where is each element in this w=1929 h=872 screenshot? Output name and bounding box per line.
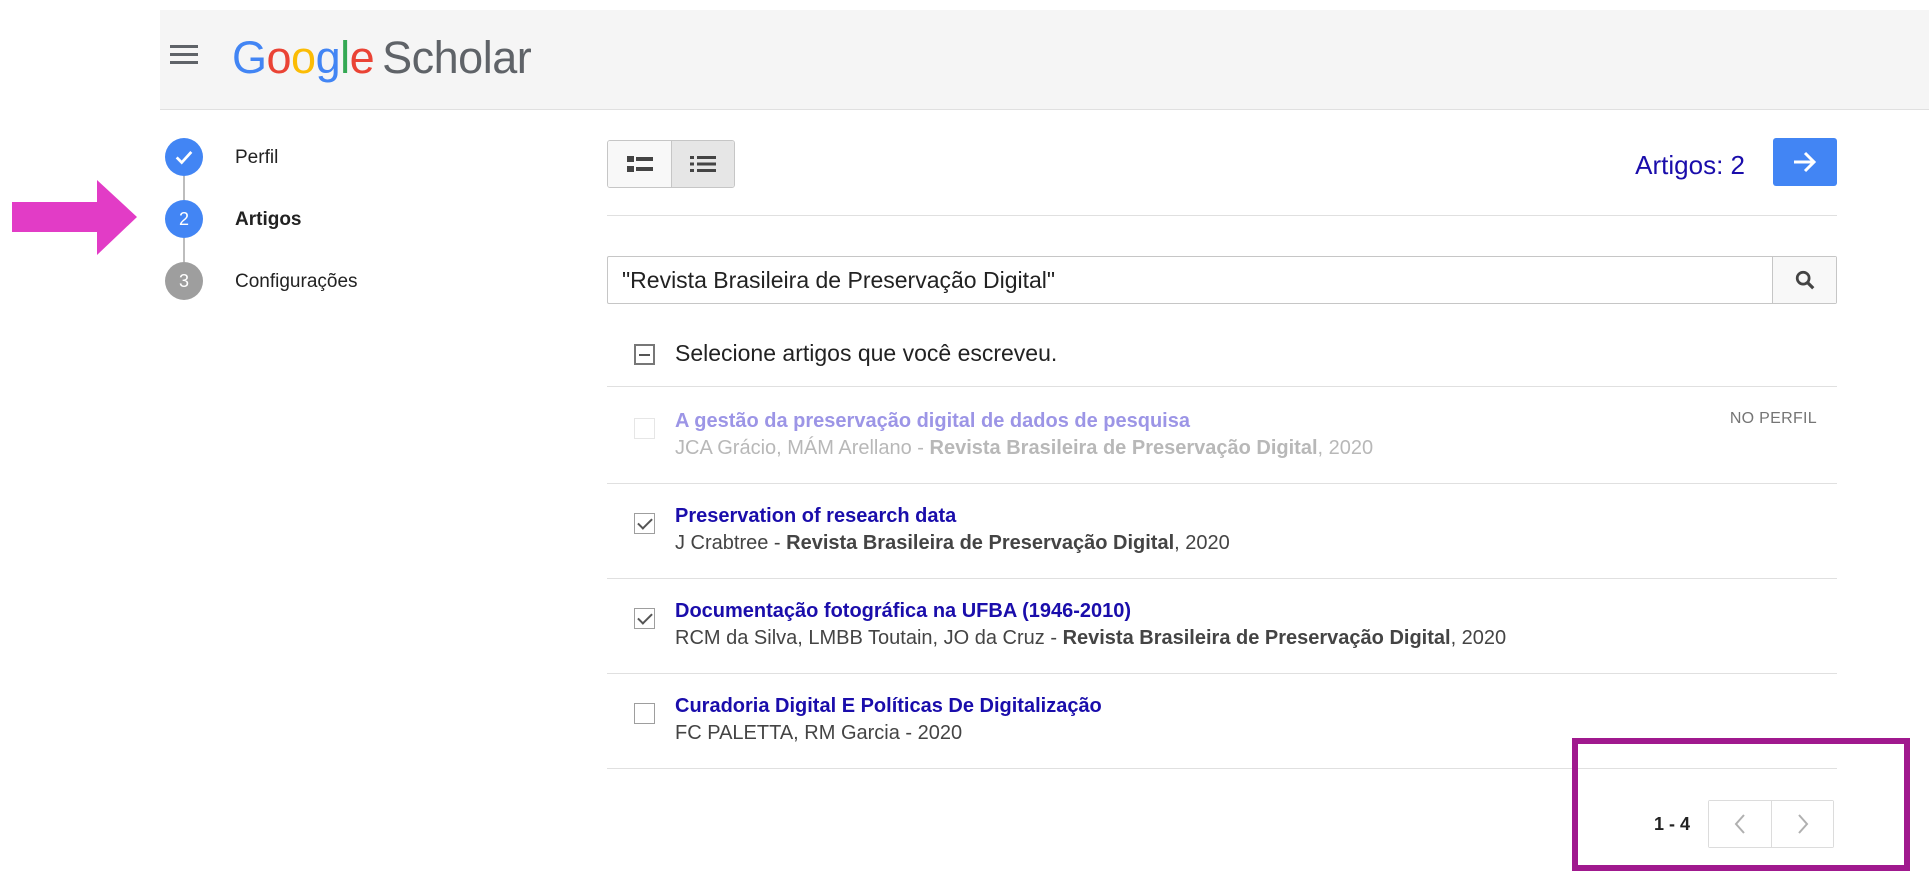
select-all-row: Selecione artigos que você escreveu. — [607, 330, 1837, 387]
article-title[interactable]: Preservation of research data — [675, 505, 956, 528]
list-view-button[interactable] — [608, 141, 671, 187]
search-icon — [1795, 270, 1814, 290]
step-configuracoes[interactable]: 3 Configurações — [165, 262, 358, 324]
step-connector — [183, 176, 185, 200]
step-artigos[interactable]: 2 Artigos — [165, 200, 302, 262]
setup-steps: Perfil 2 Artigos 3 Configurações — [165, 138, 358, 324]
article-row: Documentação fotográfica na UFBA (1946-2… — [607, 578, 1837, 674]
step-label: Configurações — [235, 271, 358, 292]
article-title[interactable]: Curadoria Digital E Políticas De Digital… — [675, 695, 1102, 718]
step-number: 2 — [165, 200, 203, 238]
view-toggle — [607, 140, 735, 188]
article-meta: JCA Grácio, MÁM Arellano - Revista Brasi… — [675, 437, 1374, 459]
article-title[interactable]: A gestão da preservação digital de dados… — [675, 410, 1190, 433]
step-number: 3 — [165, 262, 203, 300]
app-header: Google Scholar — [160, 10, 1929, 110]
article-row: Preservation of research data J Crabtree… — [607, 483, 1837, 579]
step-check-icon — [165, 138, 203, 176]
in-profile-badge: NO PERFIL — [1729, 410, 1817, 427]
article-title[interactable]: Documentação fotográfica na UFBA (1946-2… — [675, 600, 1131, 623]
step-perfil[interactable]: Perfil — [165, 138, 278, 200]
search-input[interactable] — [608, 257, 1772, 303]
article-row: A gestão da preservação digital de dados… — [607, 388, 1837, 484]
selected-articles-count: Artigos: 2 — [1635, 150, 1745, 180]
article-checkbox[interactable] — [634, 513, 655, 534]
select-all-label: Selecione artigos que você escreveu. — [675, 340, 1058, 366]
article-meta: J Crabtree - Revista Brasileira de Prese… — [675, 532, 1230, 554]
results-toolbar: Artigos: 2 — [607, 138, 1837, 216]
article-meta: RCM da Silva, LMBB Toutain, JO da Cruz -… — [675, 627, 1507, 649]
list-view-icon — [626, 156, 653, 172]
google-scholar-logo[interactable]: Google Scholar — [232, 32, 532, 84]
annotation-highlight-box — [1572, 738, 1910, 871]
compact-list-view-button[interactable] — [671, 141, 734, 187]
step-label: Perfil — [235, 147, 279, 168]
annotation-arrow-icon — [12, 180, 137, 255]
compact-list-view-icon — [690, 156, 716, 172]
select-all-checkbox[interactable] — [634, 344, 655, 365]
search-box — [607, 256, 1837, 304]
arrow-right-icon — [1794, 151, 1817, 173]
article-meta: FC PALETTA, RM Garcia - 2020 — [675, 722, 963, 744]
search-button[interactable] — [1772, 257, 1836, 303]
article-checkbox[interactable] — [634, 703, 655, 724]
step-connector — [183, 238, 185, 262]
step-label: Artigos — [235, 209, 302, 230]
next-step-button[interactable] — [1773, 138, 1837, 186]
hamburger-menu-icon[interactable] — [170, 45, 198, 73]
article-checkbox[interactable] — [634, 418, 655, 439]
article-checkbox[interactable] — [634, 608, 655, 629]
